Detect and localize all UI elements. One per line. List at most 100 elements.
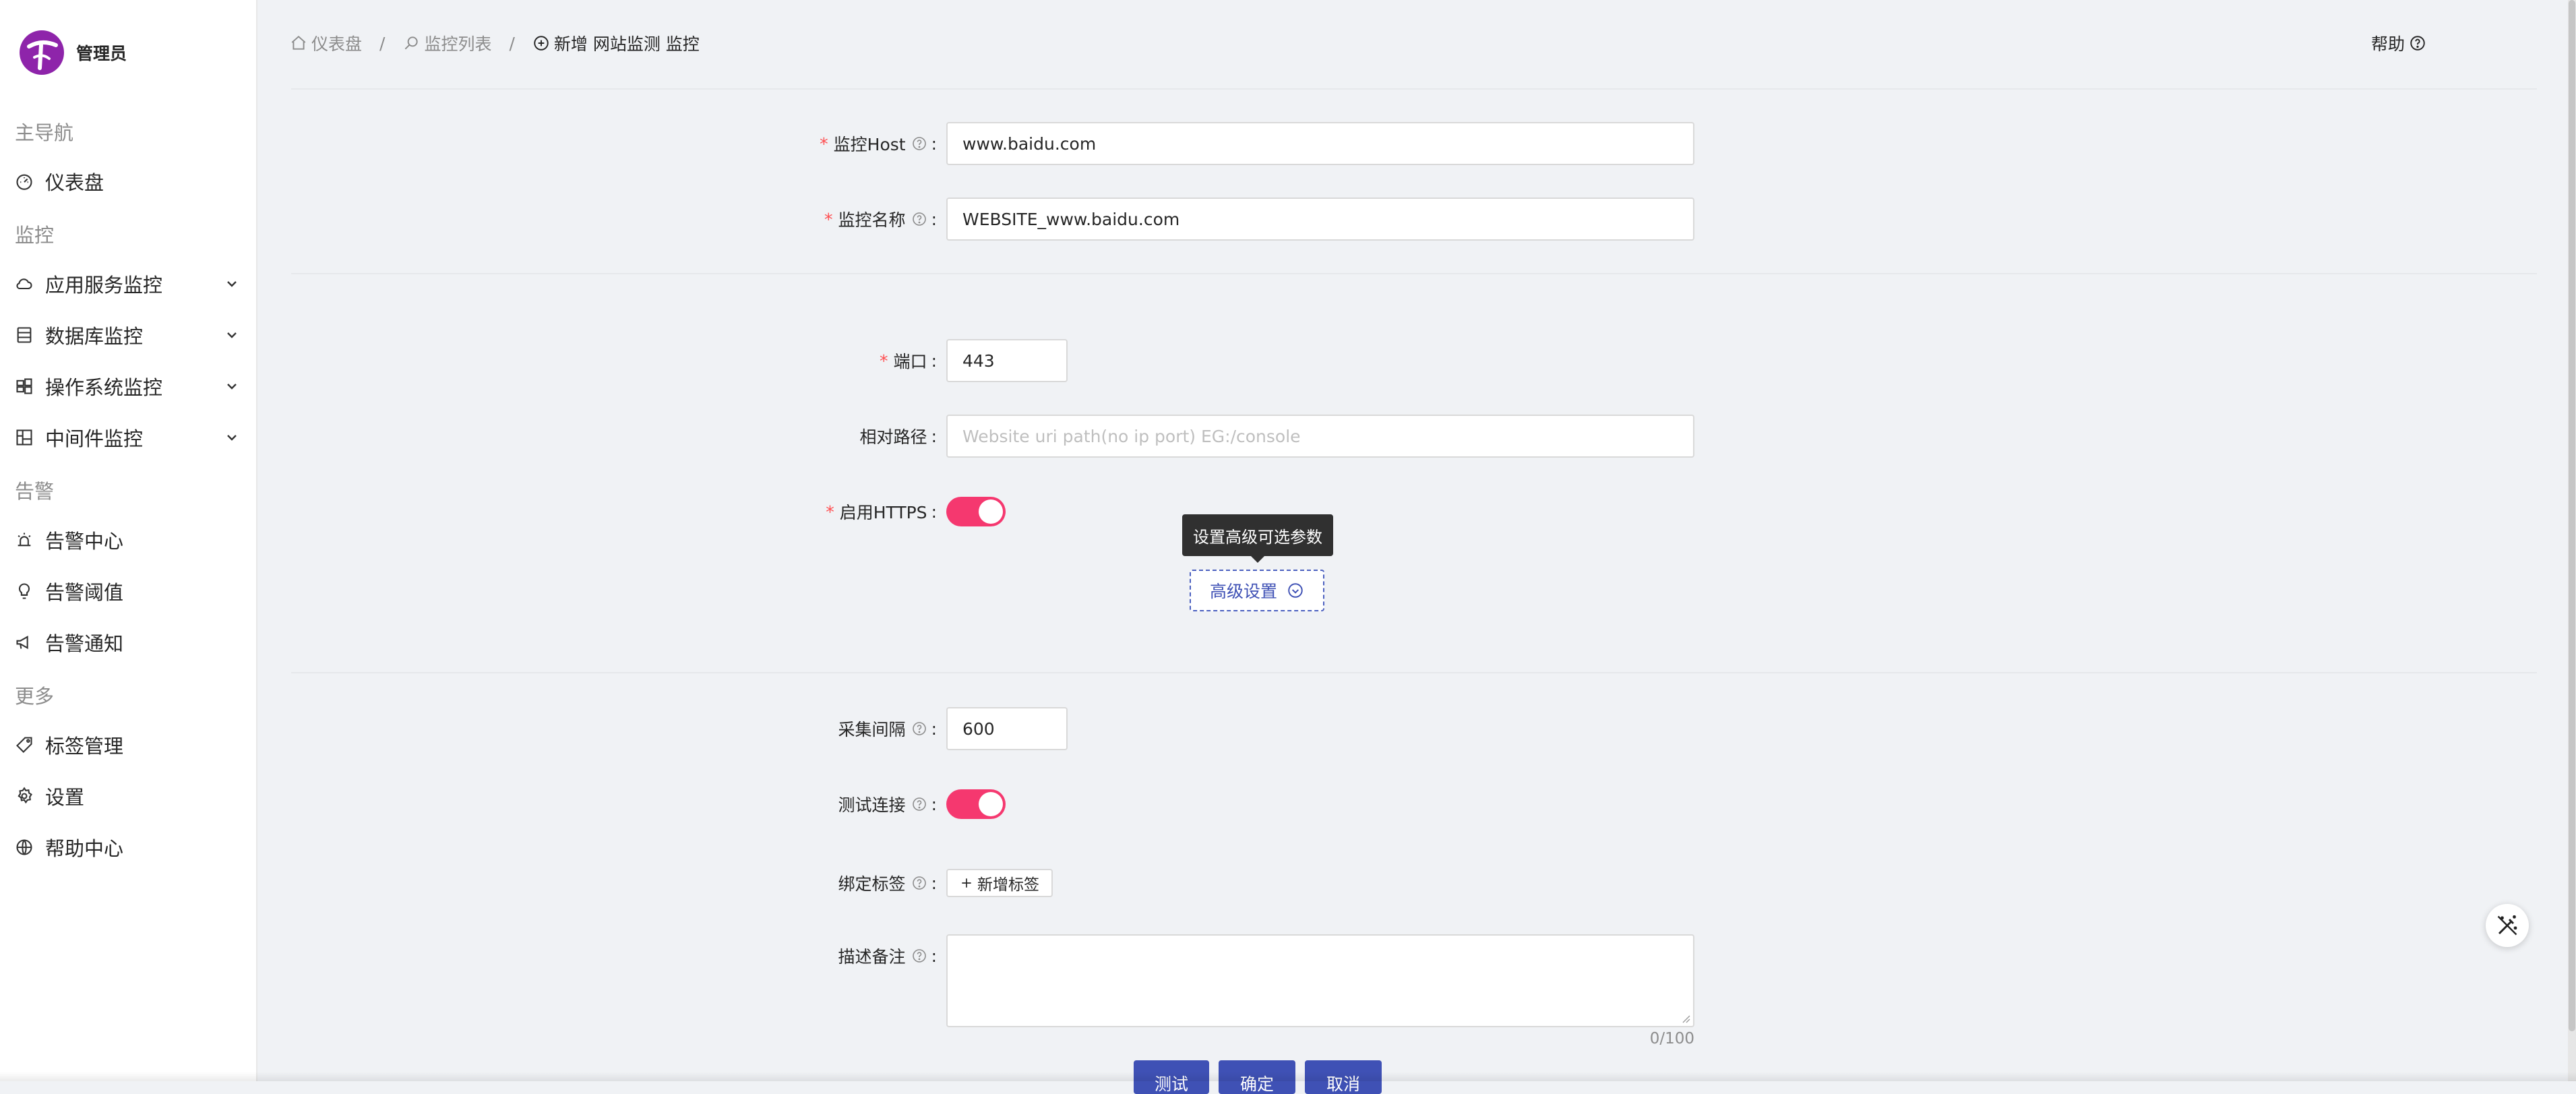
question-circle-icon[interactable]	[911, 948, 927, 964]
breadcrumb-list-label: 监控列表	[424, 34, 492, 54]
tags-label-text: 绑定标签	[838, 874, 906, 894]
chevron-down-icon	[227, 384, 237, 390]
sidebar-item-label: 标签管理	[45, 735, 124, 758]
colon: :	[931, 794, 937, 814]
add-tag-button[interactable]: 新增标签	[946, 869, 1053, 897]
sidebar-item-label: 告警通知	[45, 632, 124, 655]
chevron-down-icon	[227, 281, 237, 287]
colon: :	[931, 946, 937, 966]
test-connection-switch[interactable]	[946, 789, 1006, 819]
description-textarea[interactable]	[946, 934, 1694, 1027]
sidebar-item-help-center[interactable]: 帮助中心	[15, 830, 244, 864]
tag-icon	[15, 735, 34, 754]
resize-handle-icon[interactable]	[1680, 1012, 1690, 1023]
sidebar-item-os[interactable]: 操作系统监控	[15, 369, 244, 403]
path-input[interactable]: Website uri path(no ip port) EG:/console	[946, 415, 1694, 458]
required-mark: *	[880, 351, 888, 371]
chevron-down-circle-icon	[1288, 583, 1303, 598]
port-input[interactable]: 443	[946, 339, 1068, 382]
nav-group-more: 更多	[15, 685, 55, 708]
colon: :	[931, 719, 937, 739]
section-divider	[291, 273, 2537, 274]
advanced-settings-label: 高级设置	[1209, 582, 1277, 601]
question-circle-icon[interactable]	[911, 721, 927, 737]
sidebar-item-dashboard[interactable]: 仪表盘	[15, 164, 244, 198]
name-label-text: 监控名称	[838, 210, 906, 230]
breadcrumb-home[interactable]: 仪表盘	[290, 31, 362, 55]
monitor-name-input[interactable]: WEBSITE_www.baidu.com	[946, 197, 1694, 241]
magic-wand-button[interactable]	[2486, 904, 2529, 947]
help-label: 帮助	[2371, 34, 2405, 54]
switch-knob	[979, 499, 1003, 524]
windows-icon	[15, 377, 34, 396]
nav-group-alert: 告警	[15, 480, 55, 503]
nav-group-monitor: 监控	[15, 224, 55, 247]
sidebar-item-middleware[interactable]: 中间件监控	[15, 421, 244, 454]
host-label-text: 监控Host	[833, 135, 906, 154]
description-label-text: 描述备注	[838, 947, 906, 967]
breadcrumb-list[interactable]: 监控列表	[402, 31, 491, 55]
scrollbar-thumb[interactable]	[2569, 0, 2575, 1031]
tags-label: 绑定标签 :	[795, 861, 937, 905]
https-label-text: 启用HTTPS	[839, 503, 927, 522]
interval-label-text: 采集间隔	[838, 720, 906, 739]
sidebar-item-alert-threshold[interactable]: 告警阈值	[15, 574, 244, 608]
advanced-settings-button[interactable]: 高级设置	[1190, 570, 1324, 611]
name-label: * 监控名称 :	[795, 197, 937, 241]
path-label-text: 相对路径	[859, 427, 927, 447]
host-label: * 监控Host :	[795, 122, 937, 165]
sidebar-item-label: 仪表盘	[45, 171, 104, 194]
sidebar-item-alert-notice[interactable]: 告警通知	[15, 626, 244, 659]
help-link[interactable]: 帮助	[2371, 30, 2426, 57]
header-divider	[291, 88, 2537, 90]
section-divider	[291, 672, 2537, 673]
host-input[interactable]: www.baidu.com	[946, 122, 1694, 165]
breadcrumb-current-label: 新增 网站监测 监控	[553, 34, 700, 54]
alarm-icon	[15, 530, 34, 549]
port-label-text: 端口	[893, 352, 927, 371]
sidebar-item-label: 操作系统监控	[45, 376, 163, 399]
sidebar-item-label: 帮助中心	[45, 837, 124, 860]
bulb-icon	[15, 582, 34, 601]
plus-circle-icon	[534, 36, 549, 51]
gear-icon	[15, 787, 34, 806]
sidebar-item-tags[interactable]: 标签管理	[15, 728, 244, 762]
switch-knob	[979, 792, 1003, 816]
https-switch[interactable]	[946, 497, 1006, 526]
magic-wand-icon	[2497, 915, 2517, 936]
breadcrumb-home-label: 仪表盘	[311, 34, 363, 54]
add-tag-label: 新增标签	[977, 876, 1039, 894]
sidebar-item-alert-center[interactable]: 告警中心	[15, 523, 244, 557]
database-icon	[15, 326, 34, 344]
sidebar: 管理员 主导航 仪表盘 监控 应用服务监控 数据库监控 操作系统监控 中间件监控	[0, 0, 257, 1081]
cloud-icon	[15, 274, 34, 293]
globe-icon	[15, 838, 34, 857]
question-circle-icon[interactable]	[911, 796, 927, 812]
brand[interactable]: 管理员	[20, 29, 127, 76]
bottom-shadow	[0, 1072, 2576, 1081]
colon: :	[931, 873, 937, 893]
sidebar-item-app-service[interactable]: 应用服务监控	[15, 267, 244, 301]
interval-label: 采集间隔 :	[795, 707, 937, 750]
path-label: 相对路径 :	[795, 415, 937, 458]
breadcrumb-current: 新增 网站监测 监控	[532, 31, 700, 55]
question-circle-icon[interactable]	[911, 211, 927, 227]
interval-input[interactable]: 600	[946, 707, 1068, 750]
question-circle-icon[interactable]	[911, 135, 927, 152]
question-circle-icon[interactable]	[911, 875, 927, 891]
logo-icon	[20, 30, 64, 75]
sidebar-item-label: 中间件监控	[45, 427, 144, 450]
chevron-down-icon	[227, 435, 237, 441]
breadcrumb-separator: /	[379, 33, 386, 53]
chevron-down-icon	[227, 332, 237, 338]
https-label: * 启用HTTPS :	[795, 490, 937, 533]
colon: :	[931, 209, 937, 229]
sidebar-item-database[interactable]: 数据库监控	[15, 318, 244, 352]
colon: :	[931, 133, 937, 154]
dashboard-icon	[15, 172, 34, 191]
sidebar-item-settings[interactable]: 设置	[15, 779, 244, 813]
sidebar-item-label: 告警中心	[45, 530, 124, 553]
port-label: * 端口 :	[795, 339, 937, 382]
sidebar-item-label: 数据库监控	[45, 325, 144, 348]
test-connection-label: 测试连接 :	[795, 783, 937, 826]
